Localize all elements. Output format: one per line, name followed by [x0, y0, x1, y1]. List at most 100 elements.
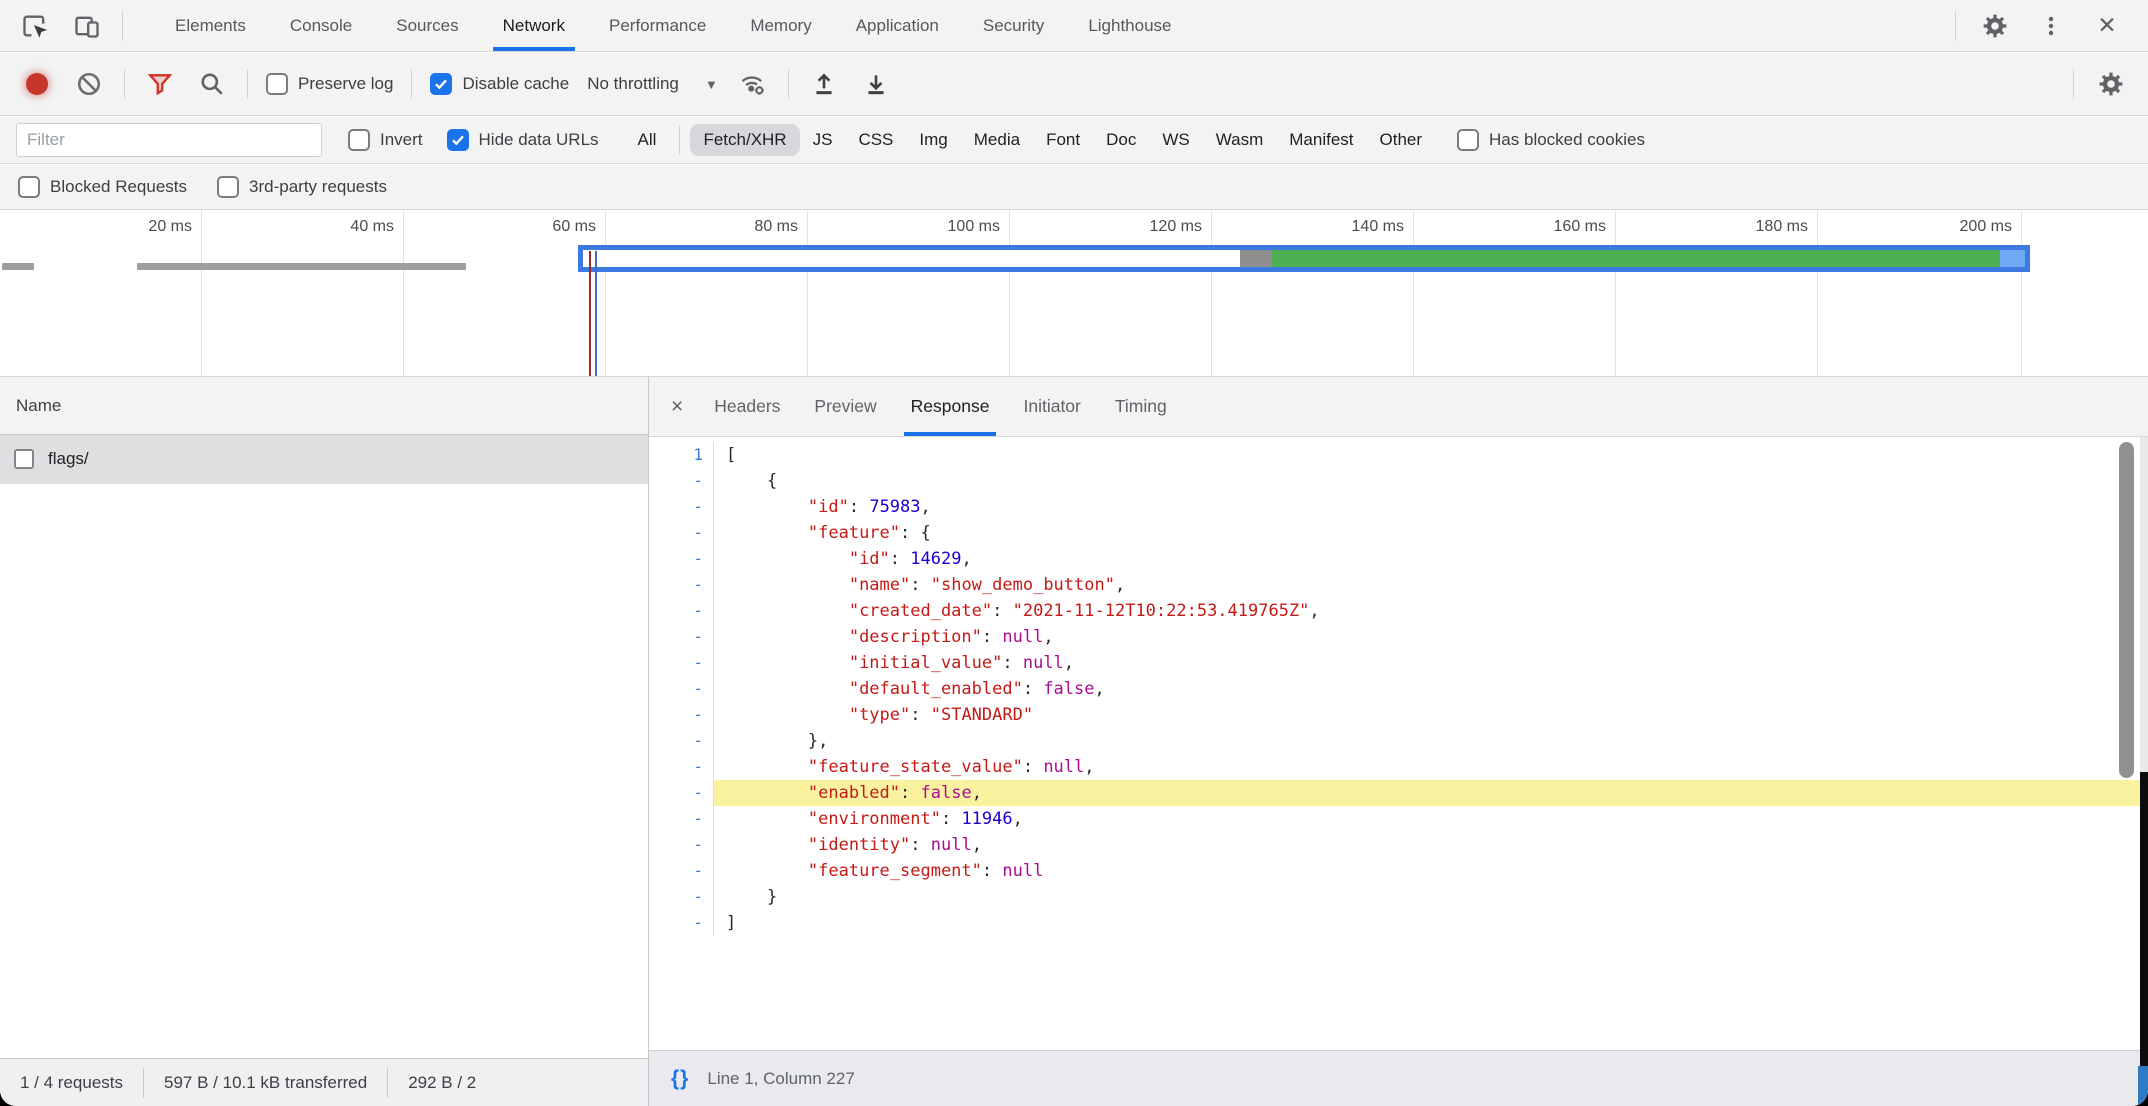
- detail-tab-preview[interactable]: Preview: [797, 377, 893, 436]
- token-p: [: [726, 445, 736, 465]
- network-overview-timeline[interactable]: 20 ms40 ms60 ms80 ms100 ms120 ms140 ms16…: [0, 211, 2148, 377]
- toggle-device-toolbar-icon[interactable]: [70, 9, 104, 43]
- request-checkbox[interactable]: [14, 449, 34, 469]
- hide-data-urls-control[interactable]: Hide data URLs: [447, 129, 599, 151]
- network-settings-gear-icon[interactable]: [2094, 67, 2128, 101]
- fold-marker[interactable]: -: [649, 832, 714, 858]
- close-devtools-icon[interactable]: ✕: [2090, 9, 2124, 43]
- export-har-icon[interactable]: [859, 67, 893, 101]
- token-p: ,: [961, 549, 971, 569]
- fold-marker[interactable]: -: [649, 598, 714, 624]
- tab-application[interactable]: Application: [834, 0, 961, 51]
- filter-type-wasm[interactable]: Wasm: [1203, 124, 1277, 156]
- code-line: - "name": "show_demo_button",: [649, 572, 2140, 598]
- name-column-header[interactable]: Name: [0, 377, 648, 435]
- disable-cache-checkbox[interactable]: [430, 73, 452, 95]
- filter-type-font[interactable]: Font: [1033, 124, 1093, 156]
- hide-data-urls-checkbox[interactable]: [447, 129, 469, 151]
- vertical-scrollbar[interactable]: [2119, 442, 2134, 778]
- token-p: ,: [972, 835, 982, 855]
- fold-marker[interactable]: -: [649, 884, 714, 910]
- filter-type-manifest[interactable]: Manifest: [1276, 124, 1366, 156]
- code-line: 1[: [649, 442, 2140, 468]
- blocked-requests-control[interactable]: Blocked Requests: [18, 176, 187, 198]
- third-party-requests-control[interactable]: 3rd-party requests: [217, 176, 387, 198]
- close-detail-icon[interactable]: ×: [649, 377, 697, 436]
- filter-type-css[interactable]: CSS: [845, 124, 906, 156]
- third-party-requests-checkbox[interactable]: [217, 176, 239, 198]
- clear-network-log-icon[interactable]: [72, 67, 106, 101]
- tab-network[interactable]: Network: [481, 0, 587, 51]
- request-row[interactable]: flags/: [0, 435, 648, 484]
- detail-tab-headers[interactable]: Headers: [697, 377, 797, 436]
- tab-lighthouse[interactable]: Lighthouse: [1066, 0, 1193, 51]
- fold-marker[interactable]: -: [649, 494, 714, 520]
- inspect-element-icon[interactable]: [18, 9, 52, 43]
- pretty-print-icon[interactable]: {}: [671, 1067, 689, 1091]
- detail-tab-response[interactable]: Response: [894, 377, 1007, 436]
- fold-marker[interactable]: -: [649, 702, 714, 728]
- invert-control[interactable]: Invert: [348, 129, 423, 151]
- filter-type-all[interactable]: All: [625, 124, 670, 156]
- fold-marker[interactable]: -: [649, 754, 714, 780]
- blocked-requests-checkbox[interactable]: [18, 176, 40, 198]
- record-network-log-icon[interactable]: [20, 67, 54, 101]
- has-blocked-cookies-label: Has blocked cookies: [1489, 130, 1645, 150]
- more-options-kebab-icon[interactable]: [2034, 9, 2068, 43]
- token-k: "id": [849, 549, 890, 569]
- preserve-log-checkbox[interactable]: [266, 73, 288, 95]
- line-number[interactable]: 1: [649, 442, 714, 468]
- invert-label: Invert: [380, 130, 423, 150]
- preserve-log-control[interactable]: Preserve log: [266, 73, 393, 95]
- filter-input[interactable]: [16, 123, 322, 157]
- disable-cache-control[interactable]: Disable cache: [430, 73, 569, 95]
- fold-marker[interactable]: -: [649, 728, 714, 754]
- filter-type-img[interactable]: Img: [906, 124, 960, 156]
- filter-row: Invert Hide data URLs All Fetch/XHRJSCSSI…: [0, 117, 2148, 164]
- filter-type-doc[interactable]: Doc: [1093, 124, 1149, 156]
- resource-type-filter-list: All Fetch/XHRJSCSSImgMediaFontDocWSWasmMa…: [625, 124, 1435, 156]
- detail-tab-timing[interactable]: Timing: [1098, 377, 1184, 436]
- tab-console[interactable]: Console: [268, 0, 374, 51]
- blocked-requests-label: Blocked Requests: [50, 177, 187, 197]
- has-blocked-cookies-control[interactable]: Has blocked cookies: [1457, 129, 1645, 151]
- fold-marker[interactable]: -: [649, 858, 714, 884]
- tab-performance[interactable]: Performance: [587, 0, 728, 51]
- import-har-icon[interactable]: [807, 67, 841, 101]
- fold-marker[interactable]: -: [649, 468, 714, 494]
- tab-sources[interactable]: Sources: [374, 0, 480, 51]
- token-k: "initial_value": [849, 653, 1003, 673]
- fold-marker[interactable]: -: [649, 520, 714, 546]
- token-p: :: [992, 601, 1012, 621]
- fold-marker[interactable]: -: [649, 676, 714, 702]
- tab-memory[interactable]: Memory: [728, 0, 833, 51]
- fold-marker[interactable]: -: [649, 624, 714, 650]
- token-p: [726, 783, 808, 803]
- request-name-label: flags/: [48, 449, 89, 469]
- filter-type-other[interactable]: Other: [1367, 124, 1436, 156]
- invert-checkbox[interactable]: [348, 129, 370, 151]
- fold-marker[interactable]: -: [649, 650, 714, 676]
- token-s: "show_demo_button": [931, 575, 1115, 595]
- filter-type-js[interactable]: JS: [800, 124, 846, 156]
- throttling-select[interactable]: No throttling ▼: [587, 74, 718, 94]
- search-icon[interactable]: [195, 67, 229, 101]
- fold-marker[interactable]: -: [649, 806, 714, 832]
- filter-funnel-icon[interactable]: [143, 67, 177, 101]
- settings-gear-icon[interactable]: [1978, 9, 2012, 43]
- detail-tab-initiator[interactable]: Initiator: [1006, 377, 1097, 436]
- fold-marker[interactable]: -: [649, 910, 714, 936]
- filter-type-media[interactable]: Media: [961, 124, 1033, 156]
- fold-marker[interactable]: -: [649, 546, 714, 572]
- filter-type-ws[interactable]: WS: [1149, 124, 1202, 156]
- network-conditions-icon[interactable]: [736, 67, 770, 101]
- timeline-tick-label: 120 ms: [1150, 218, 1211, 236]
- has-blocked-cookies-checkbox[interactable]: [1457, 129, 1479, 151]
- response-viewer[interactable]: 1[- {- "id": 75983,- "feature": {- "id":…: [649, 437, 2140, 1050]
- fold-marker[interactable]: -: [649, 572, 714, 598]
- filter-type-fetch-xhr[interactable]: Fetch/XHR: [690, 124, 799, 156]
- token-k: "environment": [808, 809, 941, 829]
- tab-security[interactable]: Security: [961, 0, 1066, 51]
- fold-marker[interactable]: -: [649, 780, 714, 806]
- tab-elements[interactable]: Elements: [153, 0, 268, 51]
